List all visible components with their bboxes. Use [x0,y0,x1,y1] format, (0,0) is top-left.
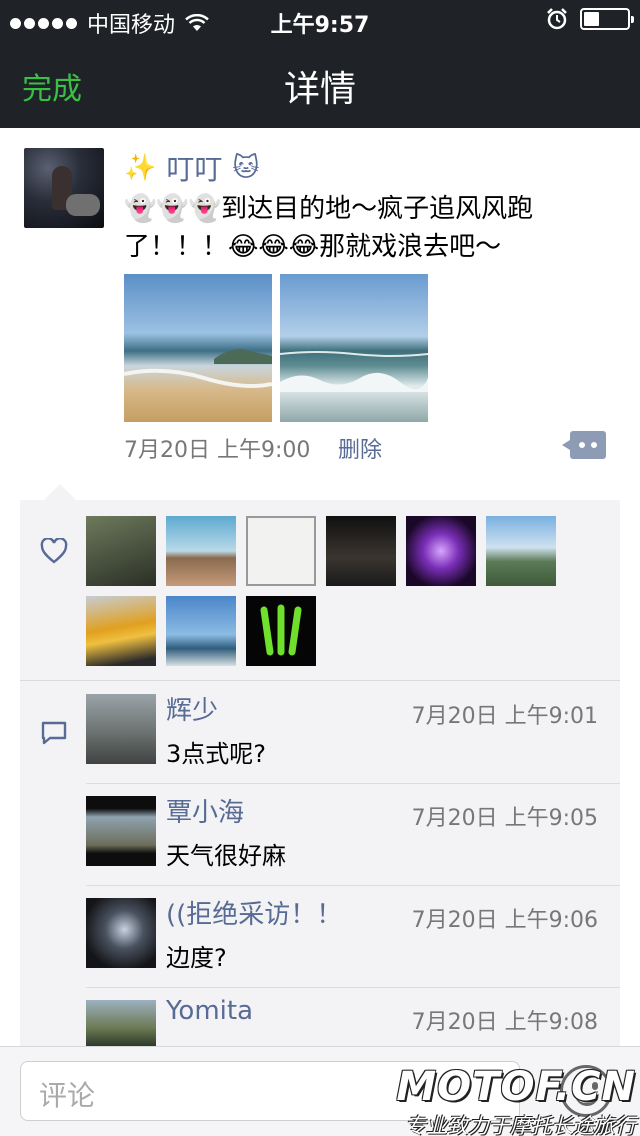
comment-avatar[interactable] [86,694,156,764]
waves-photo-art [280,351,428,392]
comment-time: 7月20日 上午9:08 [411,1010,598,1035]
comment-author[interactable]: 覃小海 [166,792,244,829]
author-avatar[interactable] [24,148,104,228]
comment-icon [41,721,67,745]
like-avatar[interactable] [166,596,236,666]
like-avatar[interactable] [246,516,316,586]
panel-pointer [44,484,76,500]
status-right [546,8,634,30]
comment-avatar[interactable] [86,1000,156,1046]
like-avatar[interactable] [246,596,316,666]
comment-avatar[interactable] [86,796,156,866]
post-content: 👻👻👻到达目的地～疯子追风风跑了！！！😂😂😂那就戏浪去吧～ [124,194,534,262]
comment-time: 7月20日 上午9:06 [411,908,598,933]
panel-divider [20,680,620,681]
cat-emoji: 🐱 [232,153,260,183]
comment-input[interactable]: 评论 [20,1061,520,1121]
comment-divider [86,987,620,988]
post-photo-waves[interactable] [280,274,428,422]
like-avatar[interactable] [86,516,156,586]
status-bar: 中国移动 上午9:57 [0,0,640,40]
page-title: 详情 [283,69,356,110]
comment-text: 天气很好麻 [166,842,286,870]
author-name[interactable]: 叮叮 [166,148,222,188]
like-avatar[interactable] [486,516,556,586]
beach-photo-art [124,349,272,388]
comment-time: 7月20日 上午9:05 [411,806,598,831]
author-row: ✨ 叮叮 🐱 [124,148,260,188]
comment-author[interactable]: 辉少 [166,690,218,727]
comment-text: 3点式呢? [166,740,267,768]
like-avatar[interactable] [86,596,156,666]
nav-bar: 完成 详情 [0,40,640,128]
emoji-button[interactable] [560,1065,612,1117]
comment-menu-button[interactable] [562,431,606,459]
comment-divider [86,783,620,784]
comment-text: 边度? [166,944,227,972]
post-photo-beach[interactable] [124,274,272,422]
claw-logo-art [260,604,302,656]
delete-button[interactable]: 删除 [338,432,382,464]
like-avatar[interactable] [166,516,236,586]
battery-icon [580,8,634,30]
dot-icon [591,442,597,448]
status-time: 上午9:57 [270,13,370,38]
comment-input-bar: 评论 [0,1046,640,1136]
comment-avatar[interactable] [86,898,156,968]
like-avatar[interactable] [406,516,476,586]
comment-author[interactable]: Yomita [166,996,253,1026]
comment-divider [86,885,620,886]
comment-time: 7月20日 上午9:01 [411,704,598,729]
sparkle-emoji: ✨ [124,153,157,183]
like-avatar[interactable] [326,516,396,586]
post-timestamp: 7月20日 上午9:00 [124,438,311,463]
comment-author[interactable]: ((拒绝采访！！ [166,894,342,931]
dot-icon [579,442,585,448]
battery-fill [584,12,599,26]
alarm-icon [547,8,567,30]
heart-icon [40,538,68,564]
